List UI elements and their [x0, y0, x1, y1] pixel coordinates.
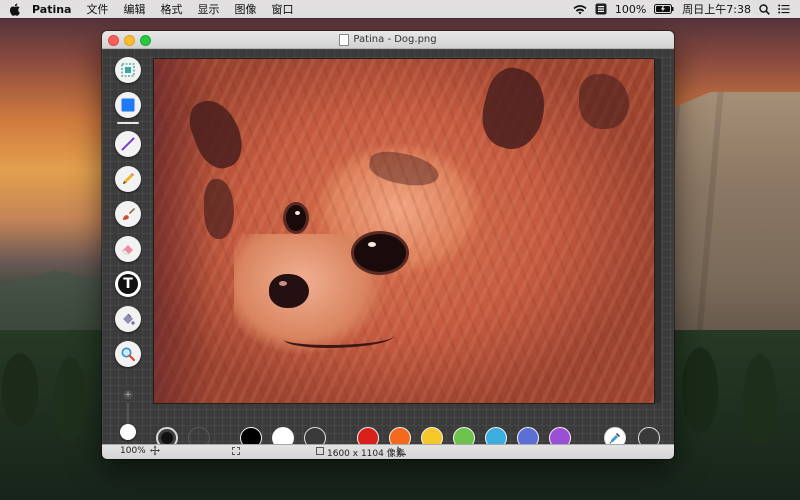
square-shape-icon — [121, 98, 135, 112]
menu-bar: Patina 文件 编辑 格式 显示 图像 窗口 100% 周日上午7:38 — [0, 0, 800, 18]
window-controls — [108, 35, 151, 46]
tool-line[interactable] — [115, 131, 141, 157]
tool-shape[interactable] — [115, 92, 141, 124]
vertical-scrollbar[interactable] — [655, 59, 661, 403]
apple-menu-icon[interactable] — [10, 3, 22, 16]
painting-left-eye — [286, 205, 306, 231]
status-bar: 100% 1600 x 1104 像素 — [102, 444, 674, 459]
painting-right-eye — [354, 234, 406, 272]
image-canvas[interactable] — [154, 59, 654, 403]
pencil-icon — [123, 173, 134, 184]
workspace: T + − — [102, 49, 674, 456]
text-icon: T — [118, 274, 138, 294]
menu-clock[interactable]: 周日上午7:38 — [682, 1, 751, 17]
input-method-icon[interactable] — [595, 3, 607, 15]
spotlight-search-icon[interactable] — [759, 3, 770, 15]
move-icon[interactable] — [150, 445, 160, 459]
tool-brush[interactable] — [115, 201, 141, 227]
close-button[interactable] — [108, 35, 119, 46]
menu-app-name[interactable]: Patina — [32, 3, 71, 16]
tool-zoom[interactable] — [115, 341, 141, 367]
menu-format[interactable]: 格式 — [160, 1, 182, 17]
eyedropper-icon — [609, 433, 620, 444]
minimize-button[interactable] — [124, 35, 135, 46]
selection-size-icon — [232, 447, 240, 455]
tool-fill[interactable] — [115, 306, 141, 332]
brush-icon — [123, 208, 135, 220]
size-increase-button[interactable]: + — [123, 390, 133, 400]
tool-select[interactable] — [115, 57, 141, 83]
image-size-icon — [316, 447, 324, 455]
window-title: Patina - Dog.png — [353, 34, 437, 45]
painting-nose — [269, 274, 309, 308]
image-dimensions: 1600 x 1104 像素 — [327, 449, 405, 459]
paint-bucket-icon — [123, 313, 135, 325]
window-titlebar[interactable]: Patina - Dog.png — [102, 31, 674, 49]
magnifier-icon — [121, 347, 136, 362]
eraser-icon — [121, 245, 133, 255]
battery-icon[interactable] — [654, 4, 674, 14]
menu-window[interactable]: 窗口 — [271, 1, 293, 17]
zoom-button[interactable] — [140, 35, 151, 46]
menu-file[interactable]: 文件 — [86, 1, 108, 17]
tool-eraser[interactable] — [115, 236, 141, 262]
menu-image[interactable]: 图像 — [234, 1, 256, 17]
wallpaper-cliff — [672, 92, 800, 362]
document-proxy-icon[interactable] — [339, 33, 350, 46]
tool-text[interactable]: T — [115, 271, 141, 297]
tool-palette: T — [112, 57, 144, 376]
patina-window: Patina - Dog.png T + 100% 1600 x 1104 像素 — [102, 31, 674, 459]
notification-center-icon[interactable] — [778, 4, 790, 14]
battery-percentage: 100% — [614, 2, 647, 16]
line-icon — [121, 137, 135, 151]
menu-view[interactable]: 显示 — [197, 1, 219, 17]
wifi-icon[interactable] — [573, 4, 587, 15]
selection-icon — [121, 63, 135, 77]
ruler-icon[interactable] — [397, 445, 407, 459]
zoom-level[interactable]: 100% — [120, 446, 146, 456]
menu-edit[interactable]: 编辑 — [123, 1, 145, 17]
tool-pencil[interactable] — [115, 166, 141, 192]
